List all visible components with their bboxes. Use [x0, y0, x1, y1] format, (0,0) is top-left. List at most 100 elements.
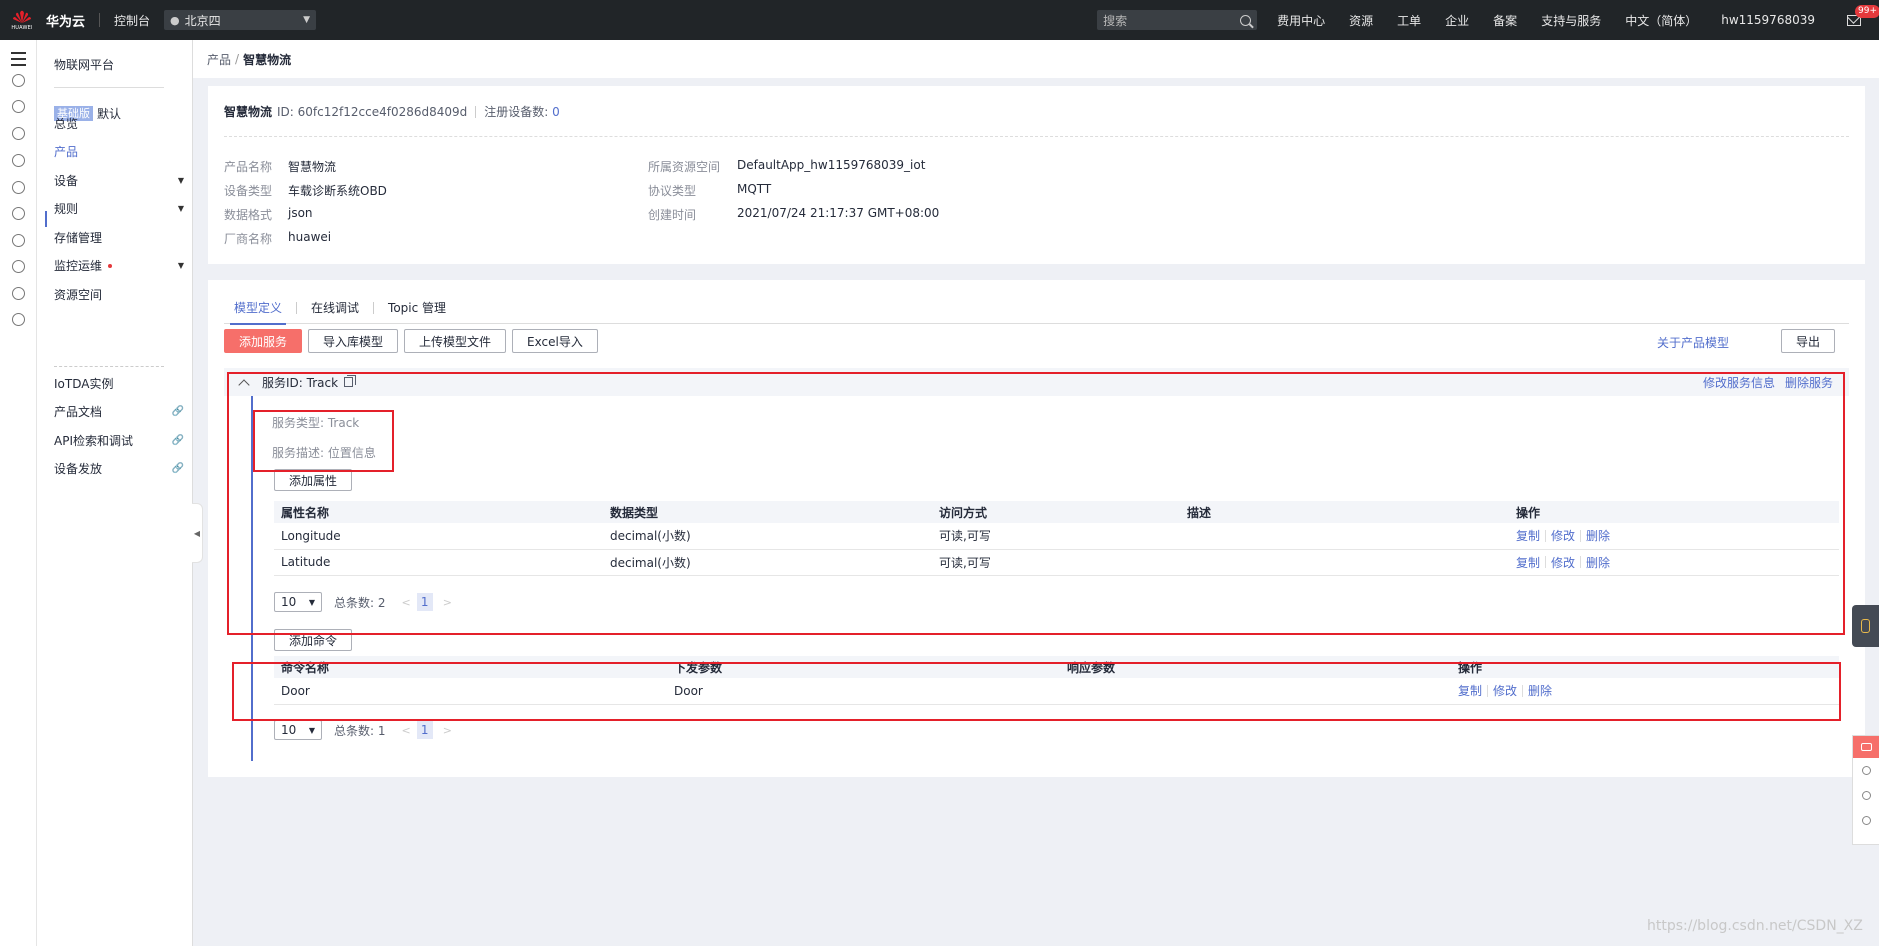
field-data-format: 数据格式 json [224, 206, 313, 223]
caret-down-icon: ▼ [177, 176, 184, 185]
search-input[interactable]: 搜索 [1097, 10, 1258, 30]
feedback-icon [1861, 816, 1871, 825]
sidebar-item-rules[interactable]: 规则 ▼ [54, 200, 184, 217]
brand-name[interactable]: 华为云 [46, 11, 85, 30]
search-placeholder: 搜索 [1103, 13, 1128, 28]
tab-bar: 模型定义 在线调试 Topic 管理 [224, 292, 1849, 325]
database-icon[interactable] [12, 207, 25, 220]
external-link-icon: 🔗 [171, 435, 184, 446]
top-navigation-bar: HUAWEI 华为云 控制台 ● 北京四 ▼ 搜索 费用中心 资源 工单 企业 … [0, 0, 1879, 40]
export-button[interactable]: 导出 [1780, 329, 1835, 353]
sidebar-title: 物联网平台 [54, 58, 115, 72]
field-created-time: 创建时间 2021/07/24 21:17:37 GMT+08:00 [648, 206, 939, 223]
sidebar-item-label: API检索和调试 [54, 434, 133, 448]
command-pagination: 10 ▼ 总条数: 1 < 1 > [274, 720, 452, 740]
globe-icon[interactable] [12, 287, 25, 300]
service-button[interactable] [1853, 758, 1879, 783]
chat-icon [1860, 743, 1872, 751]
tab-topic-management[interactable]: Topic 管理 [378, 292, 456, 324]
excel-import-button[interactable]: Excel导入 [512, 329, 598, 353]
mail-icon[interactable]: 99+ [1847, 4, 1879, 26]
document-icon[interactable] [12, 181, 25, 194]
divider [54, 366, 164, 367]
nav-link-tickets[interactable]: 工单 [1397, 12, 1421, 29]
sidebar-item-label: 总览 [54, 117, 79, 131]
divider [296, 301, 298, 314]
language-select[interactable]: 中文（简体） [1625, 12, 1697, 29]
divider [475, 105, 477, 118]
sidebar-item-iotda-instance[interactable]: IoTDA实例 [54, 375, 184, 392]
sidebar-collapse-toggle[interactable]: ◀ [192, 503, 203, 563]
field-value: MQTT [737, 182, 772, 196]
sidebar-item-api-explorer[interactable]: API检索和调试 🔗 [54, 432, 184, 449]
breadcrumb: 产品 / 智慧物流 [193, 40, 1879, 78]
cloud-service-icon[interactable] [12, 154, 25, 167]
import-library-model-button[interactable]: 导入库模型 [308, 329, 399, 353]
service-icon-rail [0, 40, 37, 946]
field-resource-space: 所属资源空间 DefaultApp_hw1159768039_iot [648, 158, 925, 175]
breadcrumb-parent[interactable]: 产品 [207, 51, 231, 68]
next-page-icon[interactable]: > [443, 724, 452, 737]
chat-button[interactable] [1853, 736, 1879, 758]
product-id: ID: 60fc12f12cce4f0286d8409d [277, 104, 468, 119]
region-select[interactable]: ● 北京四 ▼ [164, 10, 317, 30]
cloud-icon[interactable] [12, 74, 25, 87]
speed-icon[interactable] [12, 313, 25, 326]
console-link[interactable]: 控制台 [114, 12, 150, 29]
tab-online-debug[interactable]: 在线调试 [301, 292, 369, 324]
upload-model-file-button[interactable]: 上传模型文件 [404, 329, 507, 353]
prev-page-icon[interactable]: < [402, 724, 411, 737]
feedback-button[interactable] [1853, 808, 1879, 833]
nav-link-enterprise[interactable]: 企业 [1445, 12, 1469, 29]
sidebar-item-resource-space[interactable]: 资源空间 [54, 286, 184, 303]
logo-small-text: HUAWEI [11, 24, 33, 31]
external-link-icon: 🔗 [171, 406, 184, 417]
field-value: 智慧物流 [288, 160, 337, 174]
field-value: DefaultApp_hw1159768039_iot [737, 158, 926, 172]
total-count: 总条数: 1 [334, 723, 386, 738]
sidebar-item-label: 设备发放 [54, 462, 103, 476]
product-info-card: 智慧物流 ID: 60fc12f12cce4f0286d8409d 注册设备数:… [208, 86, 1865, 264]
region-value: 北京四 [184, 13, 221, 28]
floating-toolbar [1852, 735, 1879, 845]
assistant-float-button[interactable] [1852, 605, 1879, 647]
sidebar-item-monitoring[interactable]: 监控运维 ▼ [54, 257, 184, 274]
nav-link-filing[interactable]: 备案 [1493, 12, 1517, 29]
caret-down-icon: ▼ [308, 725, 315, 735]
page-number[interactable]: 1 [416, 721, 433, 739]
search-icon[interactable] [1240, 14, 1252, 26]
field-label: 产品名称 [224, 160, 273, 174]
huawei-logo[interactable]: HUAWEI [4, 0, 40, 40]
cloud-storage-icon[interactable] [12, 234, 25, 247]
help-icon [1861, 791, 1871, 800]
about-product-model-link[interactable]: 关于产品模型 [1657, 334, 1729, 351]
nav-link-resources[interactable]: 资源 [1349, 12, 1373, 29]
add-service-button[interactable]: 添加服务 [224, 329, 303, 353]
help-button[interactable] [1853, 783, 1879, 808]
sidebar-item-storage[interactable]: 存储管理 [54, 229, 184, 246]
page-size-select[interactable]: 10 ▼ [274, 720, 322, 740]
divider [54, 87, 164, 88]
user-group-icon[interactable] [12, 100, 25, 113]
watermark: https://blog.csdn.net/CSDN_XZ [1647, 918, 1863, 934]
user-account[interactable]: hw1159768039 [1721, 13, 1815, 27]
nav-link-support[interactable]: 支持与服务 [1541, 12, 1601, 29]
highlight-box-service [227, 372, 1845, 635]
sidebar-item-overview[interactable]: 总览 [54, 115, 184, 132]
field-label: 所属资源空间 [648, 160, 721, 174]
anchor-icon[interactable] [12, 260, 25, 273]
nav-link-billing[interactable]: 费用中心 [1277, 12, 1325, 29]
sidebar: 物联网平台 基础版 默认 总览 产品 设备 ▼ 规则 ▼ 存储管理 监控运维 ▼ 资源… [37, 40, 203, 946]
analytics-icon[interactable] [12, 127, 25, 140]
sidebar-item-devices[interactable]: 设备 ▼ [54, 172, 184, 189]
headset-icon [1861, 766, 1871, 775]
sidebar-item-label: 设备 [54, 174, 79, 188]
sidebar-item-products[interactable]: 产品 [54, 143, 184, 160]
sidebar-item-product-docs[interactable]: 产品文档 🔗 [54, 403, 184, 420]
field-protocol: 协议类型 MQTT [648, 182, 771, 199]
sidebar-item-device-provisioning[interactable]: 设备发放 🔗 [54, 460, 184, 477]
tab-model-definition[interactable]: 模型定义 [224, 292, 292, 325]
sidebar-item-label: IoTDA实例 [54, 377, 114, 391]
menu-icon[interactable] [11, 52, 26, 70]
device-count-value[interactable]: 0 [552, 105, 560, 119]
